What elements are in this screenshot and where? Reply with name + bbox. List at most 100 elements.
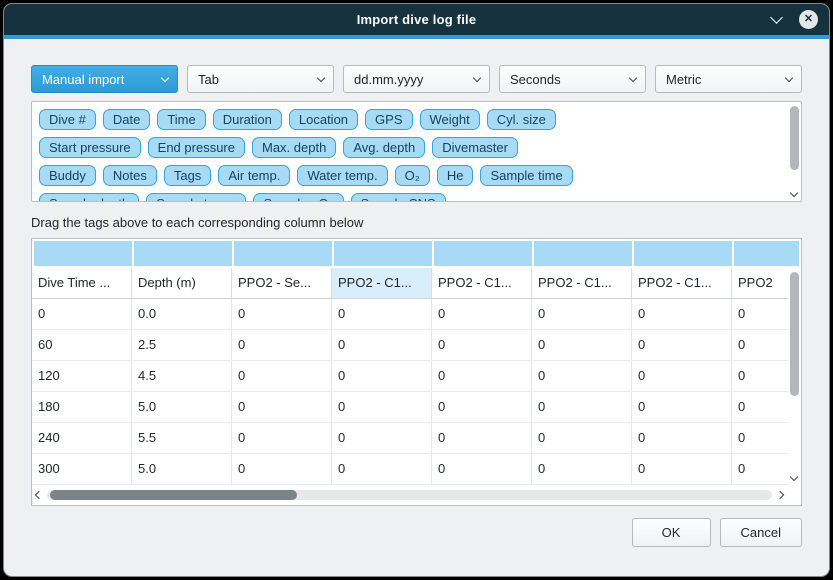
table-cell: 0: [732, 361, 788, 391]
tag-sample-time[interactable]: Sample time: [480, 165, 572, 186]
dialog-button-row: OK Cancel: [31, 518, 802, 547]
scrollbar-thumb[interactable]: [50, 490, 297, 500]
tag-sample-cns[interactable]: Sample CNS: [351, 193, 446, 202]
tag-date[interactable]: Date: [103, 109, 150, 130]
drop-target-cell[interactable]: [434, 241, 534, 266]
table-cell: 0: [332, 361, 432, 391]
dialog-content: Manual import Tab dd.mm.yyyy Seconds Met…: [4, 39, 829, 576]
table-cell: 0: [432, 361, 532, 391]
drop-target-row: [32, 239, 801, 268]
column-header[interactable]: Depth (m): [132, 268, 232, 298]
combo-label: Metric: [666, 72, 701, 87]
cancel-button[interactable]: Cancel: [720, 518, 802, 547]
scrollbar-thumb[interactable]: [790, 272, 799, 396]
tag-max-depth[interactable]: Max. depth: [252, 137, 336, 158]
column-header[interactable]: PPO2 - C1...: [532, 268, 632, 298]
column-header[interactable]: PPO2 - C1...: [332, 268, 432, 298]
column-header[interactable]: PPO2: [732, 268, 788, 298]
tag-o[interactable]: O₂: [395, 165, 430, 186]
table-horizontal-scrollbar[interactable]: [36, 488, 783, 501]
drop-target-cell[interactable]: [634, 241, 734, 266]
tag-location[interactable]: Location: [289, 109, 358, 130]
tag-water-temp[interactable]: Water temp.: [297, 165, 387, 186]
table-cell: 0: [432, 330, 532, 360]
scroll-right-arrow-icon[interactable]: [776, 490, 784, 498]
tag-divemaster[interactable]: Divemaster: [432, 137, 518, 158]
table-vertical-scrollbar[interactable]: [789, 270, 799, 483]
tag-weight[interactable]: Weight: [420, 109, 480, 130]
scroll-down-arrow-icon[interactable]: [790, 189, 798, 197]
duration-format-select[interactable]: Seconds: [499, 65, 646, 93]
tag-avg-depth[interactable]: Avg. depth: [343, 137, 425, 158]
scrollbar-track[interactable]: [47, 490, 772, 500]
ok-button[interactable]: OK: [632, 518, 711, 547]
drop-target-cell[interactable]: [34, 241, 134, 266]
preview-table: Dive Time ...Depth (m)PPO2 - Se...PPO2 -…: [31, 238, 802, 506]
units-select[interactable]: Metric: [655, 65, 802, 93]
column-header[interactable]: PPO2 - C1...: [432, 268, 532, 298]
tag-list: Dive # Date Time Duration Location GPS Weight C…: [32, 102, 801, 202]
drop-target-cell[interactable]: [734, 241, 799, 266]
tag-buddy[interactable]: Buddy: [39, 165, 96, 186]
titlebar[interactable]: Import dive log file ✕: [4, 4, 829, 35]
scroll-left-arrow-icon[interactable]: [35, 490, 43, 498]
shade-button[interactable]: [768, 12, 784, 28]
tag-sample-temp[interactable]: Sample temp.: [146, 193, 246, 202]
table-cell: 180: [32, 392, 132, 422]
scroll-down-arrow-icon[interactable]: [790, 473, 798, 481]
table-cell: 0: [232, 392, 332, 422]
instruction-label: Drag the tags above to each correspondin…: [31, 215, 802, 230]
table-cell: 0: [632, 392, 732, 422]
combo-label: Seconds: [510, 72, 561, 87]
tag-panel-vertical-scrollbar[interactable]: [789, 104, 799, 199]
field-separator-select[interactable]: Tab: [187, 65, 334, 93]
close-icon: ✕: [804, 14, 813, 25]
tag-tags[interactable]: Tags: [164, 165, 211, 186]
column-header[interactable]: PPO2 - C1...: [632, 268, 732, 298]
import-mode-select[interactable]: Manual import: [31, 65, 178, 93]
table-row: 2405.5000000: [32, 423, 788, 454]
window-title: Import dive log file: [357, 12, 477, 27]
tag-notes[interactable]: Notes: [103, 165, 157, 186]
tag-time[interactable]: Time: [157, 109, 205, 130]
table-header-row: Dive Time ...Depth (m)PPO2 - Se...PPO2 -…: [32, 268, 788, 299]
tag-duration[interactable]: Duration: [213, 109, 282, 130]
tag-panel: Dive # Date Time Duration Location GPS Weight C…: [31, 101, 802, 202]
tag-gps[interactable]: GPS: [365, 109, 412, 130]
tag-cyl-size[interactable]: Cyl. size: [487, 109, 556, 130]
table-cell: 0: [632, 330, 732, 360]
table-cell: 0: [232, 330, 332, 360]
drop-target-cell[interactable]: [334, 241, 434, 266]
tag-sample-depth[interactable]: Sample depth: [39, 193, 139, 202]
tag-dive[interactable]: Dive #: [39, 109, 96, 130]
table-row: 3005.0000000: [32, 454, 788, 485]
import-options-row: Manual import Tab dd.mm.yyyy Seconds Met…: [31, 65, 802, 93]
close-button[interactable]: ✕: [799, 10, 818, 29]
table-row: 602.5000000: [32, 330, 788, 361]
drop-target-cell[interactable]: [534, 241, 634, 266]
tag-end-pressure[interactable]: End pressure: [148, 137, 245, 158]
tag-start-pressure[interactable]: Start pressure: [39, 137, 141, 158]
table-cell: 0: [632, 454, 732, 484]
drop-target-cell[interactable]: [234, 241, 334, 266]
table-cell: 60: [32, 330, 132, 360]
scrollbar-thumb[interactable]: [790, 106, 799, 170]
table-cell: 5.5: [132, 423, 232, 453]
table-cell: 4.5: [132, 361, 232, 391]
column-header[interactable]: PPO2 - Se...: [232, 268, 332, 298]
date-format-select[interactable]: dd.mm.yyyy: [343, 65, 490, 93]
table-cell: 0: [532, 392, 632, 422]
drop-target-cell[interactable]: [134, 241, 234, 266]
table-cell: 0: [732, 454, 788, 484]
column-header[interactable]: Dive Time ...: [32, 268, 132, 298]
table-cell: 0: [532, 423, 632, 453]
table-body: 00.0000000602.50000001204.50000001805.00…: [32, 299, 788, 485]
tag-air-temp[interactable]: Air temp.: [218, 165, 290, 186]
table-cell: 0.0: [132, 299, 232, 329]
table-cell: 0: [732, 423, 788, 453]
table-cell: 120: [32, 361, 132, 391]
tag-sample-po[interactable]: Sample pO₂: [253, 193, 343, 202]
chevron-down-icon: [317, 74, 325, 82]
table-cell: 0: [332, 299, 432, 329]
tag-he[interactable]: He: [437, 165, 474, 186]
